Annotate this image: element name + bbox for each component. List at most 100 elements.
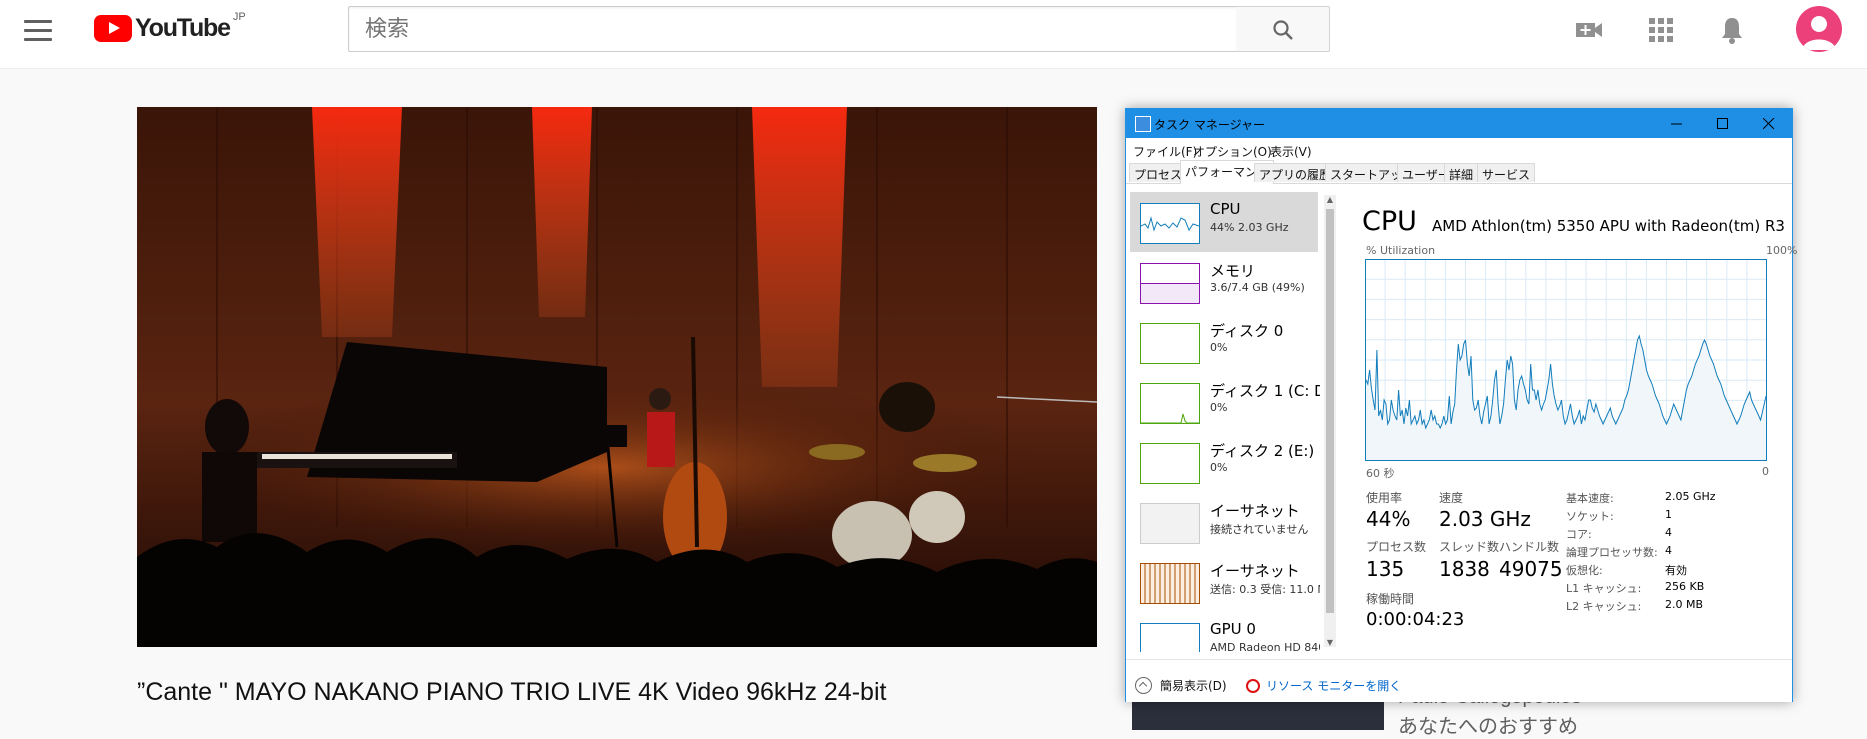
menu-view[interactable]: 表示(V) (1270, 143, 1312, 160)
resource-detail: 3.6/7.4 GB (49%) (1210, 281, 1305, 294)
usage-value: 44% (1366, 507, 1411, 531)
account-avatar[interactable] (1796, 6, 1842, 52)
recommendation-badge: あなたへのおすすめ (1398, 716, 1578, 738)
maximize-button[interactable] (1700, 109, 1746, 138)
disk-1-mini-graph (1140, 383, 1200, 424)
footer: 簡易表示(D) リソース モニターを開く (1126, 659, 1792, 702)
resource-name: ディスク 1 (C: D:) (1210, 382, 1320, 400)
resource-cpu[interactable]: CPU 44% 2.03 GHz (1130, 192, 1318, 252)
search-box[interactable] (348, 6, 1238, 52)
resource-gpu-0[interactable]: GPU 0 AMD Radeon HD 840 (1130, 612, 1320, 652)
spec-l2-label: L2 キャッシュ: (1566, 600, 1642, 613)
menu-options[interactable]: オプション(O) (1193, 143, 1272, 160)
graph-axis-right: 0 (1762, 465, 1769, 478)
scrollbar-thumb[interactable] (1326, 209, 1334, 613)
resource-detail: 44% 2.03 GHz (1210, 221, 1289, 234)
open-resource-monitor-link[interactable]: リソース モニターを開く (1246, 677, 1401, 694)
fewer-details-button[interactable]: 簡易表示(D) (1135, 677, 1227, 694)
resource-name: ディスク 0 (1210, 322, 1284, 340)
spec-logical-label: 論理プロセッサ数: (1566, 546, 1658, 559)
close-icon (1763, 118, 1775, 130)
logo-text: YouTube (135, 14, 231, 42)
resource-name: CPU (1210, 200, 1241, 218)
search-icon (1273, 20, 1293, 40)
spec-l1-value: 256 KB (1665, 580, 1705, 593)
resource-monitor-icon (1246, 678, 1260, 693)
graph-axis-left: 60 秒 (1366, 467, 1395, 480)
threads-value: 1838 (1439, 557, 1490, 581)
youtube-play-icon (94, 15, 132, 42)
resource-disk-2[interactable]: ディスク 2 (E:) 0% (1130, 432, 1318, 492)
processes-label: プロセス数 (1366, 540, 1427, 554)
spec-virtualization-value: 有効 (1665, 564, 1687, 577)
task-manager-window[interactable]: タスク マネージャー ファイル(F) オプション(O) 表示(V) プロセス パ… (1125, 108, 1797, 702)
resource-name: イーサネット (1210, 502, 1300, 520)
uptime-label: 稼働時間 (1366, 592, 1415, 606)
window-title: タスク マネージャー (1154, 118, 1265, 132)
resource-name: GPU 0 (1210, 620, 1256, 638)
search-input[interactable] (363, 8, 1227, 50)
resource-name: ディスク 2 (E:) (1210, 442, 1315, 460)
maximize-icon (1717, 118, 1728, 129)
processes-value: 135 (1366, 557, 1405, 581)
youtube-logo[interactable]: YouTube JP (94, 10, 246, 43)
disk-2-mini-graph (1140, 443, 1200, 484)
resource-detail: 接続されていません (1210, 523, 1309, 536)
resource-disk-0[interactable]: ディスク 0 0% (1130, 312, 1318, 372)
menu-icon[interactable] (24, 20, 52, 44)
resource-ethernet-disconnected[interactable]: イーサネット 接続されていません (1130, 492, 1318, 552)
tab-details[interactable]: 詳細 (1444, 163, 1479, 182)
scroll-up-icon[interactable]: ▲ (1326, 195, 1334, 204)
task-manager-app-icon (1135, 116, 1151, 132)
resource-detail: 0% (1210, 341, 1228, 354)
collapse-chevron-icon (1135, 677, 1152, 694)
cpu-model: AMD Athlon(tm) 5350 APU with Radeon(tm) … (1432, 217, 1785, 235)
resource-name: メモリ (1210, 262, 1256, 280)
utilization-max: 100% (1766, 244, 1798, 257)
cpu-mini-graph (1140, 203, 1200, 244)
cpu-heading: CPU (1362, 206, 1417, 237)
spec-cores-value: 4 (1665, 526, 1672, 539)
close-button[interactable] (1746, 109, 1792, 138)
resource-list-scrollbar[interactable]: ▲ ▼ (1324, 195, 1336, 647)
apps-grid-icon[interactable] (1645, 14, 1677, 46)
uptime-value: 0:00:04:23 (1366, 609, 1465, 630)
search-button[interactable] (1236, 6, 1330, 52)
resource-name: イーサネット (1210, 562, 1300, 580)
minimize-button[interactable] (1654, 109, 1700, 138)
spec-logical-value: 4 (1665, 544, 1672, 557)
resource-detail: 0% (1210, 461, 1228, 474)
tab-processes[interactable]: プロセス (1129, 163, 1188, 182)
spec-sockets-label: ソケット: (1566, 510, 1614, 523)
memory-mini-graph (1140, 263, 1200, 304)
cpu-utilization-graph (1365, 259, 1767, 461)
tab-services[interactable]: サービス (1477, 163, 1536, 182)
resource-list: CPU 44% 2.03 GHz メモリ 3.6/7.4 GB (49%) ディ… (1130, 192, 1320, 652)
spec-cores-label: コア: (1566, 528, 1592, 541)
usage-label: 使用率 (1366, 491, 1403, 505)
video-player[interactable] (137, 107, 1097, 647)
scroll-down-icon[interactable]: ▼ (1326, 638, 1334, 647)
resource-monitor-label: リソース モニターを開く (1266, 679, 1402, 693)
title-bar[interactable]: タスク マネージャー (1126, 109, 1792, 138)
video-title[interactable]: ”Cante " MAYO NAKANO PIANO TRIO LIVE 4K … (137, 678, 886, 707)
spec-sockets-value: 1 (1665, 508, 1672, 521)
recommendation-thumbnail[interactable] (1132, 700, 1384, 730)
resource-memory[interactable]: メモリ 3.6/7.4 GB (49%) (1130, 252, 1318, 312)
gpu-mini-graph (1140, 623, 1200, 652)
threads-label: スレッド数 (1439, 540, 1500, 554)
video-frame (137, 107, 1097, 647)
resource-detail: 0% (1210, 401, 1228, 414)
menu-file[interactable]: ファイル(F) (1133, 143, 1197, 160)
fewer-details-label: 簡易表示(D) (1160, 679, 1227, 693)
notifications-bell-icon[interactable] (1716, 14, 1748, 46)
region-code: JP (232, 10, 246, 23)
avatar-person-icon (1802, 16, 1836, 50)
resource-detail: 送信: 0.3 受信: 11.0 M (1210, 583, 1320, 596)
create-video-icon[interactable] (1573, 14, 1605, 46)
tab-app-history[interactable]: アプリの履歴 (1254, 163, 1337, 182)
handles-label: ハンドル数 (1499, 540, 1560, 554)
resource-ethernet[interactable]: イーサネット 送信: 0.3 受信: 11.0 M (1130, 552, 1320, 612)
speed-value: 2.03 GHz (1439, 507, 1531, 531)
resource-disk-1[interactable]: ディスク 1 (C: D:) 0% (1130, 372, 1320, 432)
